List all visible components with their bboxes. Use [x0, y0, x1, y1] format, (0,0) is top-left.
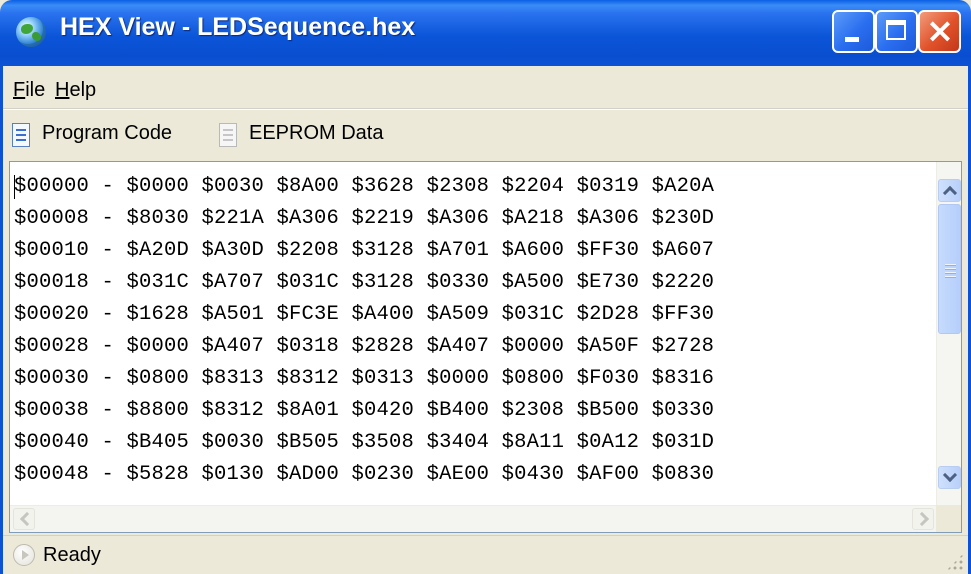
menu-help[interactable]: Help [55, 79, 96, 102]
document-disabled-icon [219, 123, 237, 147]
minimize-button[interactable] [832, 10, 875, 53]
grip-line [945, 264, 956, 265]
menu-file-label: ile [25, 79, 46, 101]
hex-line: $00020 - $1628 $A501 $FC3E $A400 $A509 $… [14, 303, 715, 326]
hex-text-area[interactable]: $00000 - $0000 $0030 $8A00 $3628 $2308 $… [9, 161, 962, 533]
chevron-right-icon [914, 511, 930, 527]
vertical-scrollbar[interactable] [936, 162, 961, 506]
grip-line [945, 268, 956, 269]
hex-view-window: HEX View - LEDSequence.hex × File Help P… [0, 0, 971, 574]
minimize-icon [845, 37, 859, 42]
grip-line [945, 272, 956, 273]
eeprom-data-button[interactable]: EEPROM Data [219, 121, 399, 149]
grip-line [945, 276, 956, 277]
scroll-right-button[interactable] [912, 508, 934, 530]
program-code-button[interactable]: Program Code [12, 121, 207, 149]
scroll-left-button[interactable] [13, 508, 35, 530]
close-icon: × [925, 11, 955, 51]
eeprom-data-label: EEPROM Data [249, 122, 384, 144]
window-title: HEX View - LEDSequence.hex [60, 13, 416, 41]
hex-lines: $00000 - $0000 $0030 $8A00 $3628 $2308 $… [14, 171, 934, 491]
chevron-down-icon [942, 467, 958, 483]
chevron-up-icon [942, 185, 958, 201]
toolbar: Program Code EEPROM Data [3, 109, 968, 161]
document-icon [12, 123, 30, 147]
maximize-button[interactable] [875, 10, 918, 53]
text-caret [14, 175, 15, 199]
maximize-icon [886, 20, 906, 40]
hex-line: $00000 - $0000 $0030 $8A00 $3628 $2308 $… [14, 175, 715, 198]
hex-line: $00048 - $5828 $0130 $AD00 $0230 $AE00 $… [14, 463, 715, 486]
scroll-down-button[interactable] [938, 466, 961, 489]
menu-bar: File Help [3, 66, 968, 109]
status-bar: Ready [3, 535, 968, 574]
scrollbar-corner [936, 505, 961, 532]
menu-help-hotkey: H [55, 79, 70, 101]
horizontal-scrollbar[interactable] [10, 505, 938, 532]
status-text: Ready [43, 544, 101, 566]
vertical-scroll-thumb[interactable] [938, 204, 961, 334]
program-code-label: Program Code [42, 122, 173, 144]
hex-line: $00028 - $0000 $A407 $0318 $2828 $A407 $… [14, 335, 715, 358]
menu-file[interactable]: File [13, 79, 45, 102]
menu-file-hotkey: F [13, 79, 26, 101]
hex-line: $00038 - $8800 $8312 $8A01 $0420 $B400 $… [14, 399, 715, 422]
chevron-left-icon [19, 511, 35, 527]
hex-line: $00030 - $0800 $8313 $8312 $0313 $0000 $… [14, 367, 715, 390]
scroll-up-button[interactable] [938, 179, 961, 202]
globe-icon[interactable] [16, 17, 46, 47]
close-button[interactable]: × [918, 10, 961, 53]
hex-line: $00018 - $031C $A707 $031C $3128 $0330 $… [14, 271, 715, 294]
hex-line: $00040 - $B405 $0030 $B505 $3508 $3404 $… [14, 431, 715, 454]
hex-line: $00010 - $A20D $A30D $2208 $3128 $A701 $… [14, 239, 715, 262]
hex-line: $00008 - $8030 $221A $A306 $2219 $A306 $… [14, 207, 715, 230]
resize-grip-icon[interactable] [946, 553, 964, 571]
menu-help-label: elp [69, 79, 97, 101]
title-bar[interactable]: HEX View - LEDSequence.hex × [0, 0, 971, 66]
play-disabled-icon [13, 544, 35, 566]
